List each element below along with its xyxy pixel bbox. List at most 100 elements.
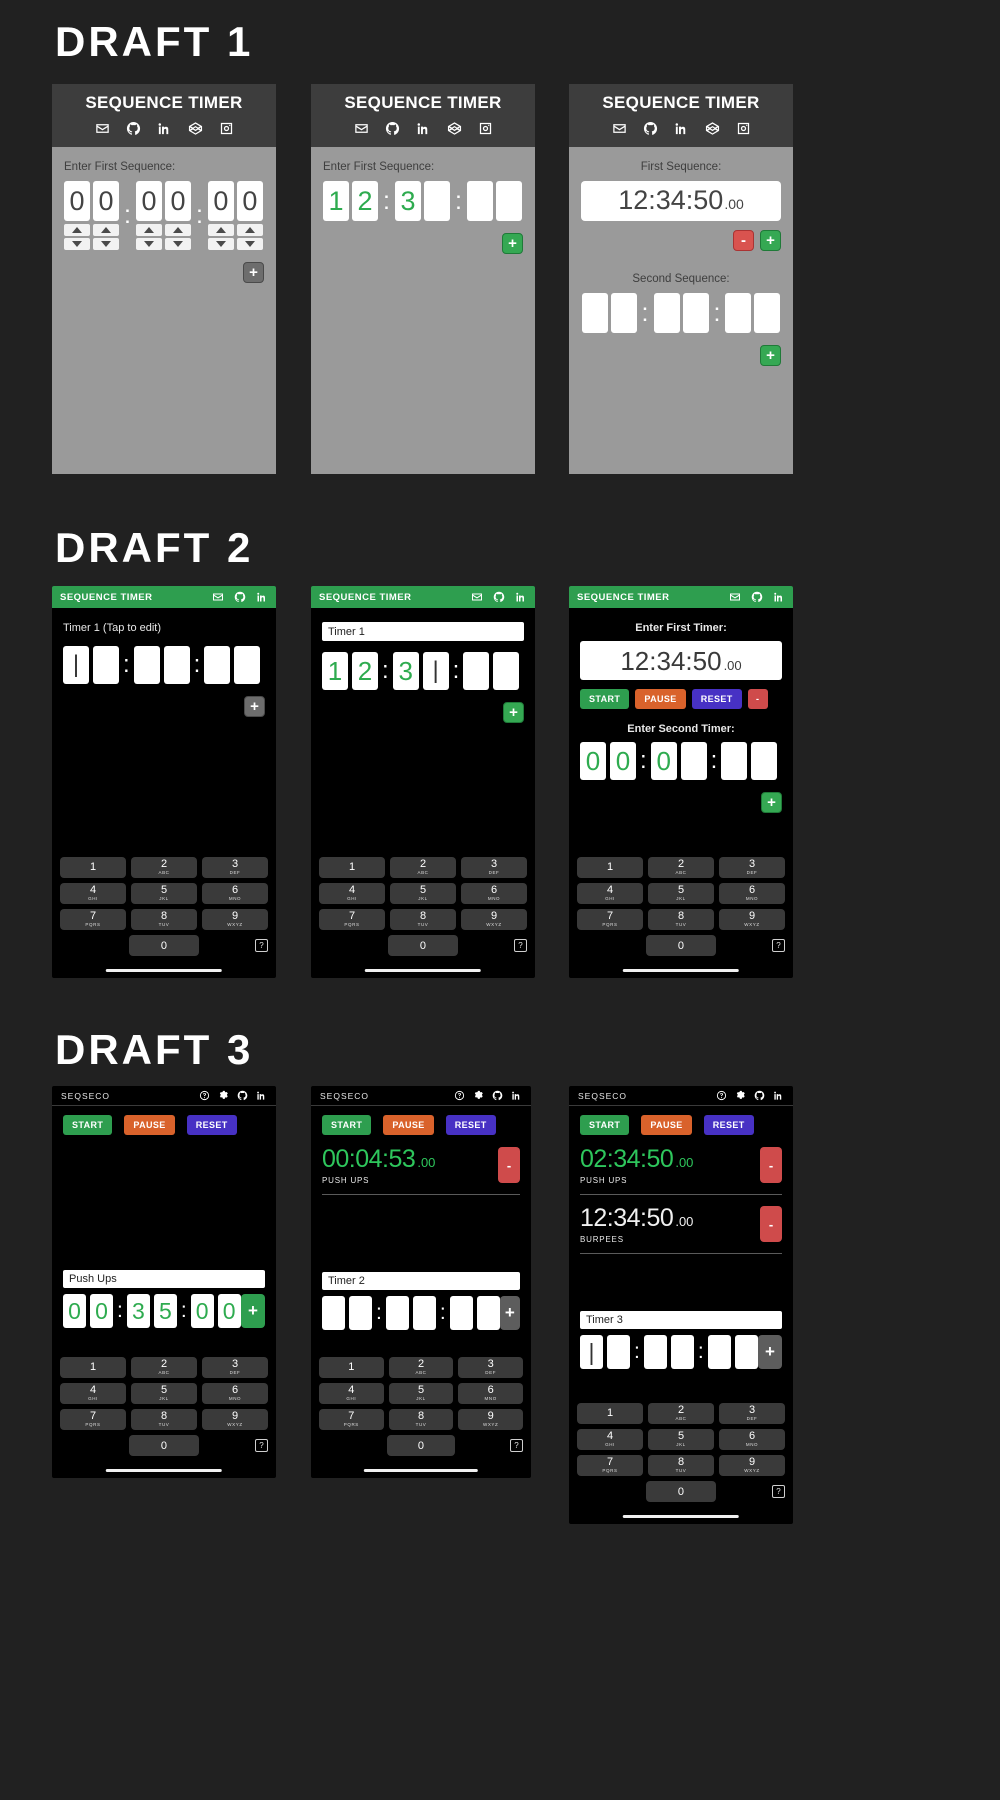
digit-cell[interactable] — [493, 652, 520, 690]
codepen-icon[interactable] — [188, 121, 203, 136]
key-2[interactable]: 2 ABC — [648, 1403, 714, 1424]
key-4[interactable]: 4 GHI — [319, 883, 385, 904]
key-5[interactable]: 5 JKL — [648, 1429, 714, 1450]
key-7[interactable]: 7 PQRS — [319, 1409, 384, 1430]
digit-cell[interactable]: 1 — [323, 181, 349, 221]
remove-timer-button[interactable]: - — [760, 1147, 782, 1183]
key-8[interactable]: 8 TUV — [131, 909, 197, 930]
add-timer-button[interactable]: + — [244, 696, 265, 717]
gear-icon[interactable] — [218, 1090, 229, 1101]
digit-cell[interactable]: 0 — [610, 742, 636, 780]
key-6[interactable]: 6 MNO — [202, 883, 268, 904]
digit-cell[interactable]: | — [580, 1335, 603, 1369]
digit-cell[interactable] — [322, 1296, 345, 1330]
digit-cell[interactable] — [349, 1296, 372, 1330]
digit-slot[interactable]: 0 — [64, 181, 90, 250]
digit-cell[interactable]: 3 — [126, 1294, 150, 1328]
key-9[interactable]: 9 WXYZ — [719, 1455, 785, 1476]
key-9[interactable]: 9 WXYZ — [719, 909, 785, 930]
key-8[interactable]: 8 TUV — [131, 1409, 197, 1430]
pause-button[interactable]: PAUSE — [635, 689, 686, 709]
mail-icon[interactable] — [729, 591, 741, 603]
key-9[interactable]: 9 WXYZ — [461, 909, 527, 930]
digit-cell[interactable] — [495, 181, 522, 221]
spinner-down-button[interactable] — [236, 238, 263, 250]
linkedin-icon[interactable] — [773, 1090, 784, 1101]
add-sequence-button[interactable]: + — [760, 230, 781, 251]
github-icon[interactable] — [493, 591, 505, 603]
digit-cell[interactable]: 1 — [322, 652, 348, 690]
reset-button[interactable]: RESET — [186, 1115, 237, 1135]
digit-cell[interactable] — [754, 293, 781, 333]
linkedin-icon[interactable] — [674, 121, 689, 136]
spinner-up-button[interactable] — [135, 224, 162, 236]
digit-cell[interactable] — [734, 1335, 758, 1369]
key-2[interactable]: 2 ABC — [390, 857, 456, 878]
github-icon[interactable] — [385, 121, 400, 136]
help-key[interactable]: ? — [510, 1439, 523, 1452]
digit-cell[interactable] — [476, 1296, 500, 1330]
linkedin-icon[interactable] — [256, 1090, 267, 1101]
key-9[interactable]: 9 WXYZ — [202, 1409, 268, 1430]
mail-icon[interactable] — [471, 591, 483, 603]
digit-cell[interactable]: 0 — [64, 181, 90, 221]
key-2[interactable]: 2 ABC — [131, 1357, 197, 1378]
digit-cell[interactable] — [163, 646, 190, 684]
remove-timer-button-2[interactable]: - — [760, 1206, 782, 1242]
key-8[interactable]: 8 TUV — [648, 1455, 714, 1476]
digit-cell[interactable]: 0 — [217, 1294, 241, 1328]
digit-spinner[interactable] — [164, 224, 191, 250]
key-1[interactable]: 1 — [577, 857, 643, 878]
digit-cell[interactable] — [412, 1296, 436, 1330]
key-4[interactable]: 4 GHI — [577, 1429, 643, 1450]
key-5[interactable]: 5 JKL — [648, 883, 714, 904]
digit-cell[interactable]: 0 — [207, 181, 234, 221]
digit-slot[interactable]: 0 — [207, 181, 234, 250]
digit-cell[interactable]: 0 — [90, 1294, 113, 1328]
key-3[interactable]: 3 DEF — [719, 857, 785, 878]
help-key[interactable]: ? — [514, 939, 527, 952]
digit-cell[interactable] — [466, 181, 493, 221]
add-timer-button[interactable]: + — [758, 1335, 782, 1369]
add-timer-button-2[interactable]: + — [761, 792, 782, 813]
linkedin-icon[interactable] — [157, 121, 172, 136]
help-key[interactable]: ? — [255, 1439, 268, 1452]
digit-cell[interactable] — [93, 646, 119, 684]
github-icon[interactable] — [754, 1090, 765, 1101]
key-9[interactable]: 9 WXYZ — [202, 909, 268, 930]
key-7[interactable]: 7 PQRS — [319, 909, 385, 930]
digit-cell[interactable] — [581, 293, 608, 333]
help-circle-icon[interactable] — [199, 1090, 210, 1101]
codepen-icon[interactable] — [447, 121, 462, 136]
key-0[interactable]: 0 — [646, 1481, 716, 1502]
digit-cell[interactable] — [423, 181, 450, 221]
digit-cell[interactable] — [751, 742, 778, 780]
instagram-icon[interactable] — [736, 121, 751, 136]
key-2[interactable]: 2 ABC — [131, 857, 197, 878]
pause-button[interactable]: PAUSE — [641, 1115, 692, 1135]
linkedin-icon[interactable] — [773, 591, 785, 603]
digit-cell[interactable] — [643, 1335, 667, 1369]
key-7[interactable]: 7 PQRS — [577, 909, 643, 930]
github-icon[interactable] — [234, 591, 246, 603]
digit-cell[interactable] — [721, 742, 748, 780]
digit-cell[interactable] — [133, 646, 160, 684]
spinner-down-button[interactable] — [135, 238, 162, 250]
key-8[interactable]: 8 TUV — [390, 909, 456, 930]
remove-timer-button[interactable]: - — [747, 689, 768, 709]
digit-spinner[interactable] — [207, 224, 234, 250]
key-1[interactable]: 1 — [60, 1357, 126, 1378]
timer-name-input[interactable]: Timer 1 — [322, 622, 524, 641]
linkedin-icon[interactable] — [256, 591, 268, 603]
key-8[interactable]: 8 TUV — [388, 1409, 454, 1430]
digit-cell[interactable]: 0 — [190, 1294, 214, 1328]
spinner-up-button[interactable] — [164, 224, 191, 236]
instagram-icon[interactable] — [478, 121, 493, 136]
github-icon[interactable] — [492, 1090, 503, 1101]
add-timer-button[interactable]: + — [503, 702, 524, 723]
linkedin-icon[interactable] — [515, 591, 527, 603]
key-3[interactable]: 3 DEF — [719, 1403, 785, 1424]
digit-cell[interactable] — [449, 1296, 473, 1330]
key-4[interactable]: 4 GHI — [60, 1383, 126, 1404]
digit-slot[interactable]: 0 — [135, 181, 162, 250]
